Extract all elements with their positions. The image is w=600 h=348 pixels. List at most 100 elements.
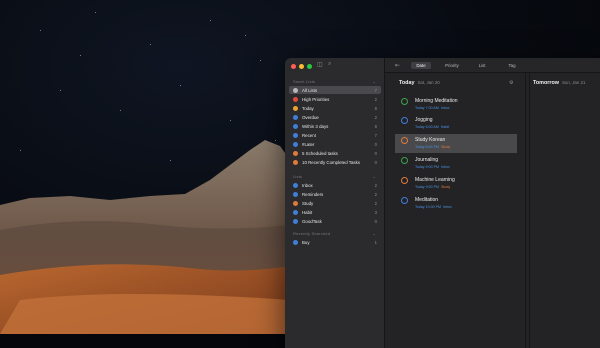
sidebar-item-label: 5 Scheduled tasks — [302, 150, 338, 156]
sidebar-item-overdue[interactable]: Overdue 2 — [289, 113, 381, 121]
goodtask-icon — [293, 218, 298, 224]
tab-tag[interactable]: Tag — [503, 62, 521, 69]
chevron-down-icon[interactable]: ⌄ — [373, 79, 376, 84]
task-due-time: Today 10:00 PM — [415, 205, 441, 209]
column-divider — [529, 73, 530, 348]
overdue-icon — [293, 114, 298, 120]
task-row[interactable]: Machine Learning Today 9:00 PM Study — [395, 174, 517, 193]
task-due-time: Today 7:00 AM — [415, 106, 439, 110]
task-list-tag: Inbox — [440, 106, 450, 110]
task-due-time: Today 9:00 PM — [415, 165, 439, 169]
task-title: Jogging — [415, 117, 433, 123]
column-date: Sat, Jan 20 — [417, 80, 440, 85]
task-list-tag: Habit — [440, 125, 450, 129]
task-checkbox[interactable] — [401, 177, 408, 184]
sidebar-item-later[interactable]: #Later 0 — [289, 140, 381, 148]
task-checkbox[interactable] — [401, 137, 408, 144]
sidebar-item-recent[interactable]: Recent 7 — [289, 131, 381, 139]
sidebar-item-habit[interactable]: Habit 3 — [289, 208, 381, 216]
clock-icon — [293, 132, 298, 138]
sidebar-item-count: 7 — [374, 132, 377, 138]
sidebar-toggle-icon[interactable]: ⇤ — [395, 62, 400, 69]
sidebar-item-label: Study — [302, 200, 314, 206]
zoom-button[interactable] — [307, 64, 312, 69]
sidebar-item-reminders[interactable]: Reminders 2 — [289, 190, 381, 198]
sidebar-item-label: Inbox — [302, 182, 313, 188]
toolbar: ⇤ Date Priority List Tag — [385, 58, 600, 73]
settings-icon[interactable]: ⚙ — [509, 80, 513, 86]
tab-list[interactable]: List — [473, 62, 491, 69]
task-due-time: Today 6:00 AM — [415, 125, 439, 129]
main-content: ⇤ Date Priority List Tag Today Sat, Jan 2… — [385, 58, 600, 348]
goodtask-app-window: ◫ ⌕ Smart Lists ⌄ All Lists 7 High Prior… — [285, 58, 600, 348]
chevron-down-icon[interactable]: ⌄ — [373, 174, 376, 179]
minimize-button[interactable] — [299, 64, 304, 69]
task-checkbox[interactable] — [401, 117, 408, 124]
sidebar-item-count: 0 — [374, 141, 377, 147]
close-button[interactable] — [291, 64, 296, 69]
task-list-tag: Study — [440, 145, 451, 149]
task-title: Machine Learning — [415, 177, 455, 183]
task-row[interactable]: Meditation Today 10:00 PM Inbox — [395, 194, 517, 213]
sidebar-item-label: #Later — [302, 141, 315, 147]
sidebar-item-label: Overdue — [302, 114, 319, 120]
sidebar-item-count: 6 — [374, 123, 377, 129]
sidebar-item-goodtask[interactable]: GoodTask 0 — [289, 217, 381, 225]
calendar-icon — [293, 123, 298, 129]
sidebar-item-count: 2 — [374, 114, 377, 120]
sidebar-item-all-lists[interactable]: All Lists 7 — [289, 86, 381, 94]
task-meta: Today 7:00 AM Inbox — [415, 106, 450, 110]
sidebar-toggle-icon[interactable]: ◫ — [317, 61, 323, 68]
sidebar: ◫ ⌕ Smart Lists ⌄ All Lists 7 High Prior… — [285, 58, 385, 348]
sidebar-item-count: 6 — [374, 105, 377, 111]
sidebar-item-within-3-days[interactable]: Within 3 days 6 — [289, 122, 381, 130]
sidebar-item-count: 2 — [374, 182, 377, 188]
study-icon — [293, 200, 298, 206]
task-title: Journaling — [415, 157, 439, 163]
sidebar-item-label: Habit — [302, 209, 313, 215]
priority-icon — [293, 96, 298, 102]
task-title: Morning Meditation — [415, 98, 458, 104]
sidebar-item-label: High Priorities — [302, 96, 330, 102]
sidebar-item-count: 3 — [374, 209, 377, 215]
sidebar-item-label: Recent — [302, 132, 316, 138]
sidebar-item-scheduled-tasks[interactable]: 5 Scheduled tasks 0 — [289, 149, 381, 157]
tab-date[interactable]: Date — [411, 62, 431, 69]
schedule-icon — [293, 150, 298, 156]
sidebar-item-count: 1 — [374, 239, 377, 245]
task-meta: Today 10:00 PM Inbox — [415, 205, 452, 209]
sidebar-item-count: 2 — [374, 191, 377, 197]
chevron-down-icon[interactable]: ⌄ — [373, 231, 376, 236]
sidebar-item-today[interactable]: Today 6 — [289, 104, 381, 112]
tab-priority[interactable]: Priority — [441, 62, 463, 69]
today-icon — [293, 105, 298, 111]
inbox-icon — [293, 182, 298, 188]
task-row[interactable]: Journaling Today 9:00 PM Inbox — [395, 154, 517, 173]
task-meta: Today 6:00 PM Study — [415, 145, 450, 149]
habit-icon — [293, 209, 298, 215]
sidebar-item-label: Today — [302, 105, 314, 111]
sidebar-item-count: 7 — [374, 87, 377, 93]
sidebar-item-count: 0 — [374, 159, 377, 165]
lists-header: Lists — [293, 174, 303, 179]
sidebar-item-study[interactable]: Study 2 — [289, 199, 381, 207]
column-date: Sun, Jan 21 — [561, 80, 586, 85]
sidebar-item-label: Reminders — [302, 191, 324, 197]
search-icon[interactable]: ⌕ — [328, 61, 331, 68]
task-row[interactable]: Study Korean Today 6:00 PM Study — [395, 134, 517, 153]
task-row[interactable]: Jogging Today 6:00 AM Habit — [395, 114, 517, 133]
sidebar-item-inbox[interactable]: Inbox 2 — [289, 181, 381, 189]
task-due-time: Today 9:00 PM — [415, 185, 439, 189]
task-meta: Today 9:00 PM Study — [415, 185, 450, 189]
task-checkbox[interactable] — [401, 157, 408, 164]
sidebar-item-buy[interactable]: Buy 1 — [289, 238, 381, 246]
task-row[interactable]: Morning Meditation Today 7:00 AM Inbox — [395, 95, 517, 114]
task-checkbox[interactable] — [401, 98, 408, 105]
sidebar-item-recently-completed[interactable]: 10 Recently Completed Tasks 0 — [289, 158, 381, 166]
sidebar-item-high-priorities[interactable]: High Priorities 2 — [289, 95, 381, 103]
sidebar-item-label: Buy — [302, 239, 310, 245]
task-list-tag: Inbox — [440, 165, 450, 169]
task-checkbox[interactable] — [401, 197, 408, 204]
sidebar-item-label: 10 Recently Completed Tasks — [302, 159, 361, 165]
smart-lists-header: Smart Lists — [293, 79, 316, 84]
